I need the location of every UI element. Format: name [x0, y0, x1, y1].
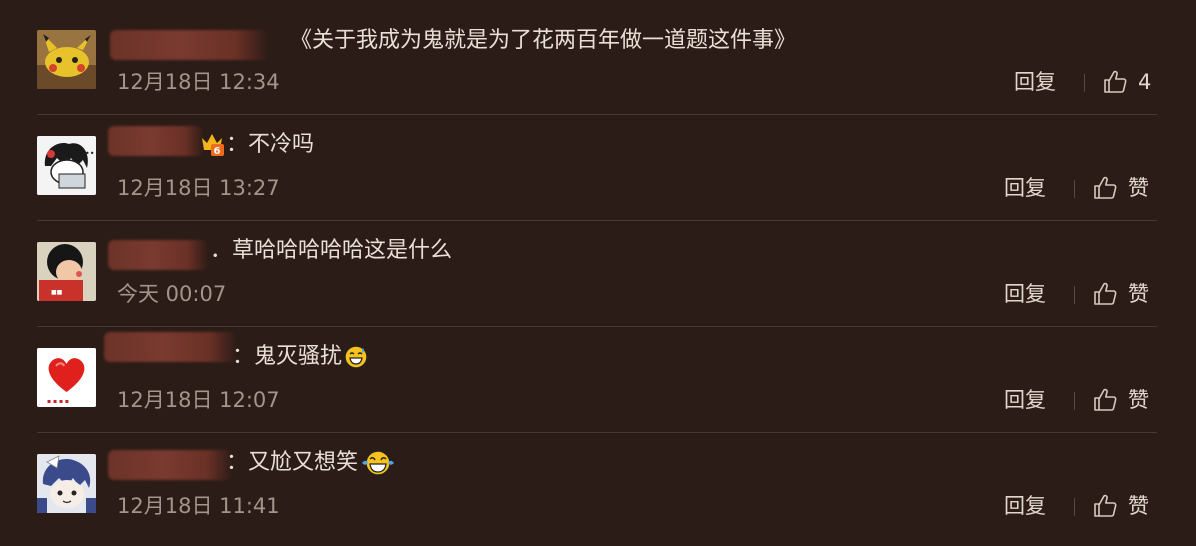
- like-label: 赞: [1128, 282, 1149, 306]
- comment-item: ：又尬又想笑 12月18日 11:41 回复 赞: [0, 436, 1196, 542]
- avatar[interactable]: ▪ ▪ ▪ ▪: [37, 348, 96, 407]
- reply-button[interactable]: 回复: [1014, 68, 1056, 96]
- avatar[interactable]: ■■: [37, 242, 96, 301]
- grinning-sweat-emoji-icon: [344, 345, 368, 369]
- reply-button[interactable]: 回复: [1004, 280, 1046, 308]
- comment-item: ▪ ▪ ▪ ▪ ：鬼灭骚扰 12月18日 12:07 回复 赞: [0, 330, 1196, 436]
- comment-timestamp: 12月18日 12:34: [117, 70, 280, 94]
- username-redacted[interactable]: [104, 332, 236, 362]
- comment-text-content: ：鬼灭骚扰: [232, 344, 343, 369]
- comment-text-content: ：又尬又想笑: [226, 450, 359, 475]
- avatar[interactable]: [37, 30, 96, 89]
- vip-badge-icon: 6: [202, 134, 224, 157]
- svg-text:▪ ▪ ▪ ▪: ▪ ▪ ▪ ▪: [47, 398, 69, 405]
- comment-text: ：不冷吗: [226, 132, 315, 157]
- comment-text: ：又尬又想笑: [226, 448, 396, 478]
- action-divider: [1074, 498, 1075, 516]
- comment-divider: [37, 432, 1157, 433]
- comment-divider: [37, 326, 1157, 327]
- reply-button[interactable]: 回复: [1004, 492, 1046, 520]
- action-divider: [1074, 286, 1075, 304]
- svg-text:■■: ■■: [51, 289, 63, 296]
- comment-timestamp: 12月18日 13:27: [117, 176, 280, 200]
- thumbs-up-icon: [1094, 388, 1117, 411]
- like-button[interactable]: 赞: [1092, 492, 1149, 520]
- comment-item: •• 6 ：不冷吗 12月18日 13:27 回复 赞: [0, 118, 1196, 224]
- action-divider: [1074, 392, 1075, 410]
- like-button[interactable]: 赞: [1092, 174, 1149, 202]
- username-redacted[interactable]: [108, 450, 232, 480]
- username-redacted[interactable]: [108, 126, 204, 156]
- tears-of-joy-emoji-icon: [362, 450, 395, 476]
- svg-text:••: ••: [85, 149, 94, 158]
- avatar[interactable]: ••: [37, 136, 96, 195]
- like-label: 赞: [1128, 494, 1149, 518]
- comment-timestamp: 12月18日 11:41: [117, 494, 280, 518]
- reply-button[interactable]: 回复: [1004, 386, 1046, 414]
- thumbs-up-icon: [1104, 70, 1127, 93]
- username-redacted[interactable]: [108, 240, 208, 270]
- like-button[interactable]: 赞: [1092, 280, 1149, 308]
- comment-divider: [37, 114, 1157, 115]
- thumbs-up-icon: [1094, 494, 1117, 517]
- comment-timestamp: 今天 00:07: [117, 282, 227, 306]
- comment-text: 《关于我成为鬼就是为了花两百年做一道题这件事》: [290, 28, 797, 53]
- svg-text:6: 6: [214, 146, 221, 157]
- comment-item: 《关于我成为鬼就是为了花两百年做一道题这件事》 12月18日 12:34 回复 …: [0, 12, 1196, 118]
- like-button[interactable]: 赞: [1092, 386, 1149, 414]
- reply-button[interactable]: 回复: [1004, 174, 1046, 202]
- comment-text: ．草哈哈哈哈哈这是什么: [210, 238, 453, 263]
- avatar[interactable]: [37, 454, 96, 513]
- username-redacted[interactable]: [110, 30, 268, 60]
- comment-divider: [37, 220, 1157, 221]
- like-button[interactable]: 4: [1102, 68, 1151, 96]
- thumbs-up-icon: [1094, 282, 1117, 305]
- like-label: 赞: [1128, 176, 1149, 200]
- action-divider: [1084, 74, 1085, 92]
- action-divider: [1074, 180, 1075, 198]
- comment-timestamp: 12月18日 12:07: [117, 388, 280, 412]
- like-count: 4: [1138, 70, 1152, 94]
- comment-item: ■■ ．草哈哈哈哈哈这是什么 今天 00:07 回复 赞: [0, 224, 1196, 330]
- like-label: 赞: [1128, 388, 1149, 412]
- thumbs-up-icon: [1094, 176, 1117, 199]
- comment-text: ：鬼灭骚扰: [232, 342, 368, 372]
